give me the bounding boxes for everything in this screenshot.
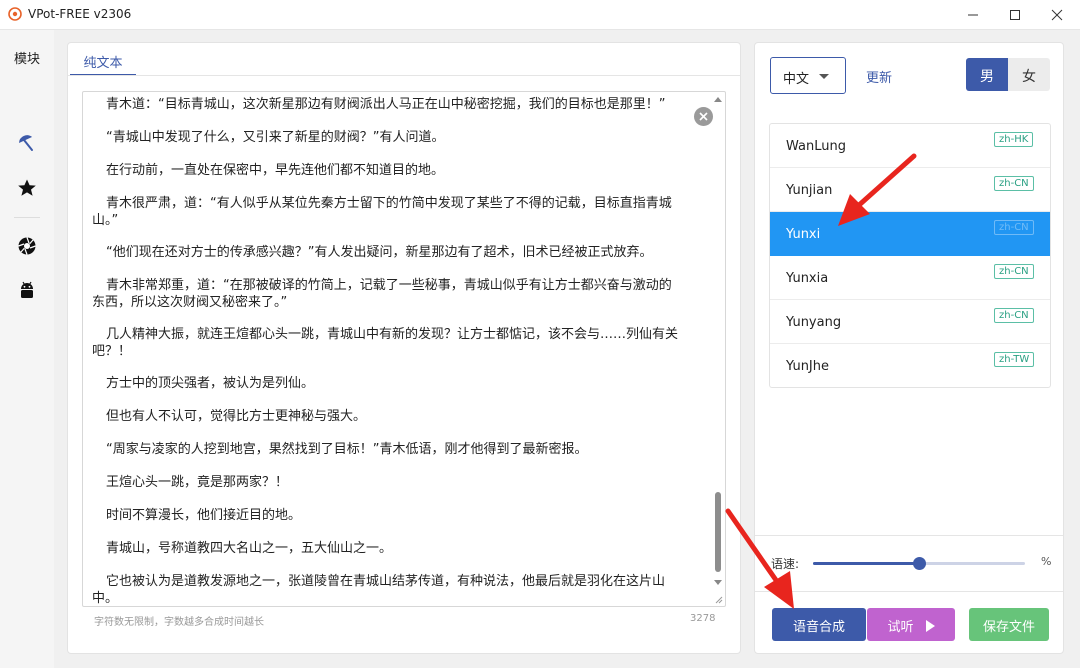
character-count: 3278 <box>690 613 716 624</box>
save-label: 保存文件 <box>982 620 1035 635</box>
save-file-button[interactable]: 保存文件 <box>969 608 1049 641</box>
locale-badge: zh-HK <box>994 132 1034 147</box>
text-paragraph: 青木道：“目标青城山，这次新星那边有财阀派出人马正在山中秘密挖掘，我们的目标也是… <box>106 97 666 112</box>
action-bar: 语音合成 试听 保存文件 <box>755 591 1063 653</box>
speed-slider-fill <box>813 562 919 565</box>
scrollbar-thumb[interactable] <box>715 492 721 572</box>
text-paragraph: “青城山中发现了什么，又引来了新星的财阀？”有人问道。 <box>106 130 445 145</box>
window-title: VPot-FREE v2306 <box>28 7 132 21</box>
speed-slider-handle[interactable] <box>913 557 926 570</box>
text-paragraph: 青木非常郑重，道：“在那被破译的竹简上，记载了一些秘事，青城山似乎有让方士都兴奋… <box>92 278 672 310</box>
voice-name: Yunxia <box>786 271 829 286</box>
minimize-icon <box>968 14 978 16</box>
sidebar-title: 模块 <box>14 52 41 67</box>
minimize-button[interactable] <box>950 0 996 30</box>
resize-grip-icon[interactable] <box>715 596 723 604</box>
voice-name: Yunxi <box>786 227 821 242</box>
text-panel: 纯文本 青木道：“目标青城山，这次新星那边有财阀派出人马正在山中秘密挖掘，我们的… <box>67 42 741 654</box>
locale-badge: zh-CN <box>994 176 1034 191</box>
language-value: 中文 <box>783 72 810 87</box>
play-icon <box>925 620 935 632</box>
close-icon <box>1051 9 1063 21</box>
voice-name: Yunjian <box>786 183 833 198</box>
clear-text-button[interactable] <box>694 107 713 126</box>
sidebar-divider <box>14 217 40 218</box>
voice-item[interactable]: YunJhe zh-TW <box>770 344 1050 387</box>
voice-item-selected[interactable]: Yunxi zh-CN <box>770 212 1050 256</box>
sidebar-item-tts[interactable] <box>16 133 38 155</box>
voice-name: Yunyang <box>786 315 842 330</box>
scroll-down-icon[interactable] <box>714 580 722 585</box>
locale-badge: zh-TW <box>994 352 1035 367</box>
locale-badge: zh-CN <box>994 308 1034 323</box>
text-paragraph: 时间不算漫长，他们接近目的地。 <box>106 508 302 523</box>
text-paragraph: “他们现在还对方士的传承感兴趣？”有人发出疑问，新星那边有了超术，旧术已经被正式… <box>106 245 653 260</box>
text-paragraph: “周家与凌家的人挖到地宫，果然找到了目标！”青木低语，刚才他得到了最新密报。 <box>106 442 588 457</box>
locale-badge: zh-CN <box>994 264 1034 279</box>
chevron-down-icon <box>819 74 829 79</box>
sidebar-item-android[interactable] <box>16 279 38 301</box>
tab-plain-text[interactable]: 纯文本 <box>70 43 136 76</box>
preview-label: 试听 <box>887 620 914 635</box>
text-paragraph: 几人精神大振，就连王煊都心头一跳，青城山中有新的发现？让方士都惦记，该不会与……… <box>92 327 679 359</box>
text-paragraph: 青城山，号称道教四大名山之一，五大仙山之一。 <box>106 541 393 556</box>
voice-name: YunJhe <box>786 359 829 374</box>
length-hint: 字符数无限制，字数越多合成时间越长 <box>94 617 264 628</box>
locale-badge: zh-CN <box>994 220 1034 235</box>
text-input-area[interactable]: 青木道：“目标青城山，这次新星那边有财阀派出人马正在山中秘密挖掘，我们的目标也是… <box>82 91 726 607</box>
text-paragraph: 方士中的顶尖强者，被认为是列仙。 <box>106 376 315 391</box>
refresh-link[interactable]: 更新 <box>866 67 892 86</box>
star-icon <box>18 179 36 196</box>
scroll-up-icon[interactable] <box>714 97 722 102</box>
sidebar: 模块 <box>0 30 54 668</box>
tab-underline <box>68 75 740 76</box>
maximize-button[interactable] <box>992 0 1038 30</box>
editor-scrollbar[interactable] <box>711 92 725 606</box>
speed-label: 语速: <box>771 557 800 571</box>
app-logo-icon <box>8 7 22 21</box>
sidebar-item-aperture[interactable] <box>16 235 38 257</box>
language-select[interactable]: 中文 <box>770 57 846 94</box>
synthesize-label: 语音合成 <box>792 620 845 635</box>
title-bar: VPot-FREE v2306 <box>0 0 1080 30</box>
gender-male-toggle[interactable]: 男 <box>966 58 1008 91</box>
sidebar-item-favorites[interactable] <box>16 177 38 199</box>
voice-item[interactable]: Yunjian zh-CN <box>770 168 1050 212</box>
voice-item[interactable]: Yunyang zh-CN <box>770 300 1050 344</box>
voice-name: WanLung <box>786 139 846 154</box>
speed-control: 语速: % <box>755 535 1063 581</box>
text-paragraph: 但也有人不认可，觉得比方士更神秘与强大。 <box>106 409 367 424</box>
text-paragraph: 在行动前，一直处在保密中，早先连他们都不知道目的地。 <box>106 163 445 178</box>
voice-item[interactable]: Yunxia zh-CN <box>770 256 1050 300</box>
synthesize-button[interactable]: 语音合成 <box>772 608 866 641</box>
aperture-icon <box>18 237 36 255</box>
clear-icon <box>699 112 708 121</box>
close-button[interactable] <box>1034 0 1080 30</box>
gender-female-toggle[interactable]: 女 <box>1008 58 1050 91</box>
voice-item[interactable]: WanLung zh-HK <box>770 124 1050 168</box>
maximize-icon <box>1010 10 1020 20</box>
voice-list: WanLung zh-HK Yunjian zh-CN Yunxi zh-CN … <box>769 123 1051 388</box>
voice-panel: 中文 更新 男 女 WanLung zh-HK Yunjian zh-CN Yu… <box>754 42 1064 654</box>
text-paragraph: 它也被认为是道教发源地之一，张道陵曾在青城山结茅传道，有种说法，他最后就是羽化在… <box>92 574 666 606</box>
text-paragraph: 青木很严肃，道：“有人似乎从某位先秦方士留下的竹简中发现了某些了不得的记载，目标… <box>92 196 672 228</box>
text-paragraph: 王煊心头一跳，竟是那两家？！ <box>106 475 289 490</box>
android-icon <box>21 281 33 298</box>
speed-unit: % <box>1041 555 1052 568</box>
umbrella-icon <box>19 135 33 151</box>
preview-button[interactable]: 试听 <box>867 608 955 641</box>
